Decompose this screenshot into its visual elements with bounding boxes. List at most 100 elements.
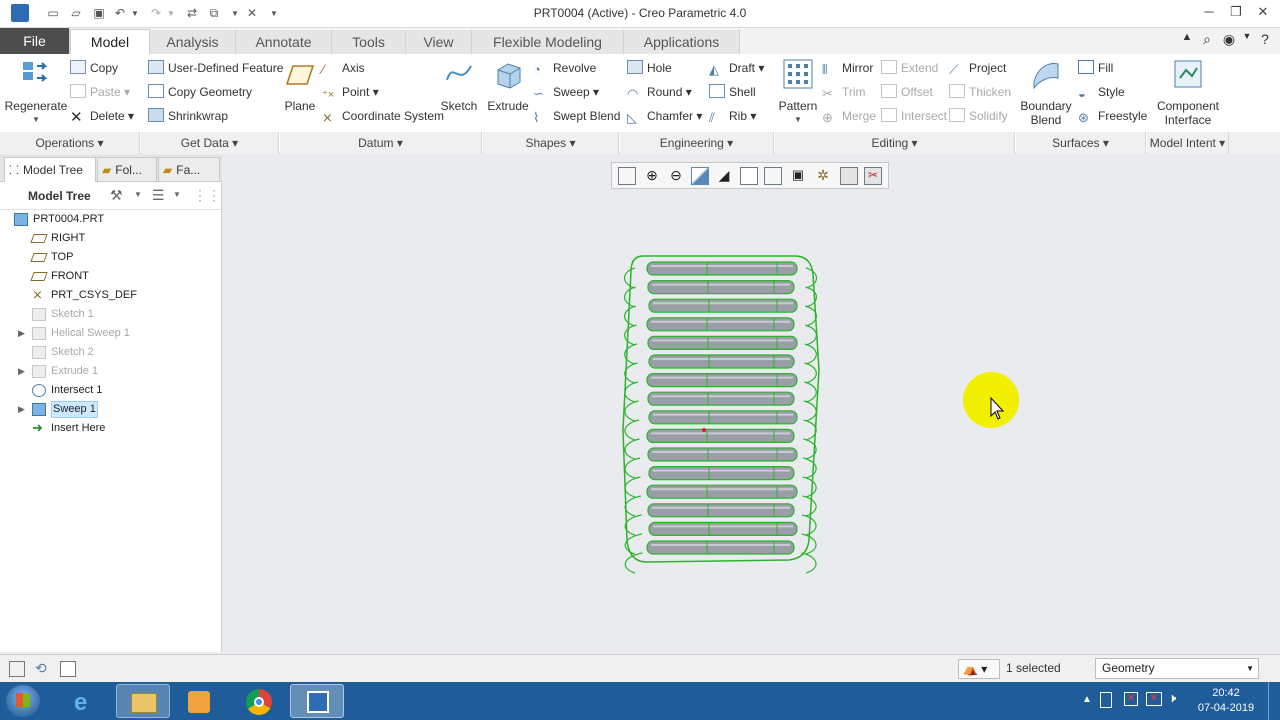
sweep-button[interactable]: ∽ Sweep ▾ (533, 82, 599, 102)
network-icon[interactable]: ✕ (1146, 692, 1162, 706)
graphics-viewport[interactable] (223, 190, 1280, 652)
perspective-icon[interactable]: ▣ (789, 167, 807, 185)
hole-button[interactable]: Hole (627, 58, 672, 78)
thicken-button[interactable]: Thicken (949, 82, 1011, 102)
group-datum[interactable]: Datum ▾ (280, 132, 482, 154)
tab-tools[interactable]: Tools (332, 30, 406, 54)
group-editing[interactable]: Editing ▾ (775, 132, 1015, 154)
datum-display-icon[interactable]: ✲ (814, 167, 832, 185)
show-dropdown-icon[interactable]: ▼ (173, 190, 181, 199)
expand-icon[interactable]: ▶ (18, 324, 25, 343)
rib-button[interactable]: ⫽ Rib ▾ (709, 106, 756, 126)
revolve-button[interactable]: ◔ Revolve (533, 58, 596, 78)
tab-folder-browser[interactable]: ▰ Fol... (97, 157, 157, 182)
search-icon[interactable]: ⌕ (1198, 31, 1216, 49)
taskbar-creo[interactable] (290, 684, 344, 718)
pattern-dropdown-icon[interactable]: ▼ (778, 113, 818, 127)
group-surfaces[interactable]: Surfaces ▾ (1016, 132, 1146, 154)
expand-icon[interactable]: ▶ (18, 400, 25, 419)
swept-blend-button[interactable]: ⌇ Swept Blend (533, 106, 620, 126)
copy-button[interactable]: Copy (70, 58, 118, 78)
device-icon[interactable] (1100, 692, 1112, 708)
pattern-button[interactable]: Pattern ▼ (778, 58, 818, 127)
display-style-icon[interactable]: ◢ (715, 167, 733, 185)
group-operations[interactable]: Operations ▾ (0, 132, 140, 154)
tab-favorites[interactable]: ▰ Fa... (158, 157, 220, 182)
show-desktop-button[interactable] (1268, 682, 1280, 720)
fill-button[interactable]: Fill (1078, 58, 1113, 78)
group-get-data[interactable]: Get Data ▾ (141, 132, 279, 154)
navigator-icon[interactable]: ⟲ (35, 660, 47, 677)
tab-flexible-modeling[interactable]: Flexible Modeling (472, 30, 624, 54)
trim-button[interactable]: ✂ Trim (822, 82, 866, 102)
solidify-button[interactable]: Solidify (949, 106, 1008, 126)
zoom-out-icon[interactable]: ⊖ (667, 167, 685, 185)
udf-button[interactable]: User-Defined Feature (148, 58, 283, 78)
taskbar-chrome[interactable] (232, 684, 286, 718)
tab-applications[interactable]: Applications (624, 30, 740, 54)
help-dropdown-icon[interactable]: ▼ (1238, 31, 1256, 49)
group-shapes[interactable]: Shapes ▾ (483, 132, 619, 154)
regenerate-dropdown-icon[interactable]: ▼ (4, 113, 68, 127)
volume-icon[interactable]: 🕨 (1168, 690, 1176, 706)
extrude-button[interactable]: Extrude (486, 58, 530, 113)
shrinkwrap-button[interactable]: Shrinkwrap (148, 106, 228, 126)
tab-analysis[interactable]: Analysis (150, 30, 236, 54)
find-button[interactable]: ⛺ ▾ (958, 659, 1000, 679)
close-button[interactable]: ✕ (1252, 4, 1274, 24)
help-question-icon[interactable]: ? (1256, 31, 1274, 49)
expand-icon[interactable]: ▶ (18, 362, 25, 381)
zoom-in-icon[interactable]: ⊕ (643, 167, 661, 185)
tree-filter-icon[interactable]: ⋮⋮ (193, 187, 221, 204)
round-button[interactable]: ◠ Round ▾ (627, 82, 692, 102)
minimize-button[interactable]: ─ (1198, 4, 1220, 24)
taskbar-explorer[interactable] (116, 684, 170, 718)
axis-button[interactable]: ⁄ Axis (322, 58, 365, 78)
show-icon[interactable]: ☰ (152, 187, 165, 204)
tab-file[interactable]: File (0, 28, 70, 54)
point-button[interactable]: ⁺× Point ▾ (322, 82, 379, 102)
plane-button[interactable]: Plane (282, 58, 318, 113)
extend-button[interactable]: Extend (881, 58, 938, 78)
clock[interactable]: 20:42 07-04-2019 (1196, 686, 1256, 716)
tree-settings-dropdown-icon[interactable]: ▼ (134, 190, 142, 199)
offset-button[interactable]: Offset (881, 82, 933, 102)
taskbar-media-player[interactable] (172, 684, 226, 718)
tab-view[interactable]: View (406, 30, 472, 54)
refit-icon[interactable] (618, 167, 636, 185)
view-manager-icon[interactable] (764, 167, 782, 185)
spin-center-icon[interactable] (840, 167, 858, 185)
saved-orientations-icon[interactable] (740, 167, 758, 185)
full-screen-icon[interactable] (60, 661, 76, 677)
component-interface-button[interactable]: Component Interface (1150, 58, 1226, 127)
delete-button[interactable]: ✕ Delete ▾ (70, 106, 134, 126)
paste-button[interactable]: Paste ▾ (70, 82, 130, 102)
minimize-ribbon-icon[interactable]: ▲ (1178, 31, 1196, 49)
boundary-blend-button[interactable]: Boundary Blend (1018, 58, 1074, 127)
show-hidden-icons[interactable]: ▲ (1082, 694, 1092, 705)
annotation-display-icon[interactable]: ✂ (864, 167, 882, 185)
chamfer-button[interactable]: ◺ Chamfer ▾ (627, 106, 702, 126)
selection-filter-dropdown[interactable]: Geometry ▼ (1095, 658, 1259, 679)
tab-annotate[interactable]: Annotate (236, 30, 332, 54)
layout-icon[interactable] (9, 661, 25, 677)
shell-button[interactable]: Shell (709, 82, 756, 102)
restore-button[interactable]: ❐ (1225, 4, 1247, 24)
tab-model-tree[interactable]: ⸬ Model Tree (4, 157, 96, 182)
merge-button[interactable]: ⊕ Merge (822, 106, 876, 126)
group-engineering[interactable]: Engineering ▾ (620, 132, 774, 154)
mirror-button[interactable]: ⫴ Mirror (822, 58, 873, 78)
tree-settings-icon[interactable]: ⚒ (110, 187, 123, 204)
intersect-button[interactable]: Intersect (881, 106, 947, 126)
taskbar-ie[interactable]: e (60, 684, 114, 718)
freestyle-button[interactable]: ⊛ Freestyle (1078, 106, 1147, 126)
action-center-icon[interactable]: ✕ (1124, 692, 1138, 706)
sweep-coil-model[interactable] (622, 255, 820, 574)
regenerate-button[interactable]: Regenerate ▼ (4, 58, 68, 127)
help-icon[interactable]: ◉ (1220, 31, 1238, 49)
coordinate-system-button[interactable]: ⨯ Coordinate System (322, 106, 444, 126)
draft-button[interactable]: ◭ Draft ▾ (709, 58, 764, 78)
style-button[interactable]: ◒ Style (1078, 82, 1125, 102)
copy-geometry-button[interactable]: Copy Geometry (148, 82, 252, 102)
sketch-button[interactable]: Sketch (440, 58, 478, 113)
